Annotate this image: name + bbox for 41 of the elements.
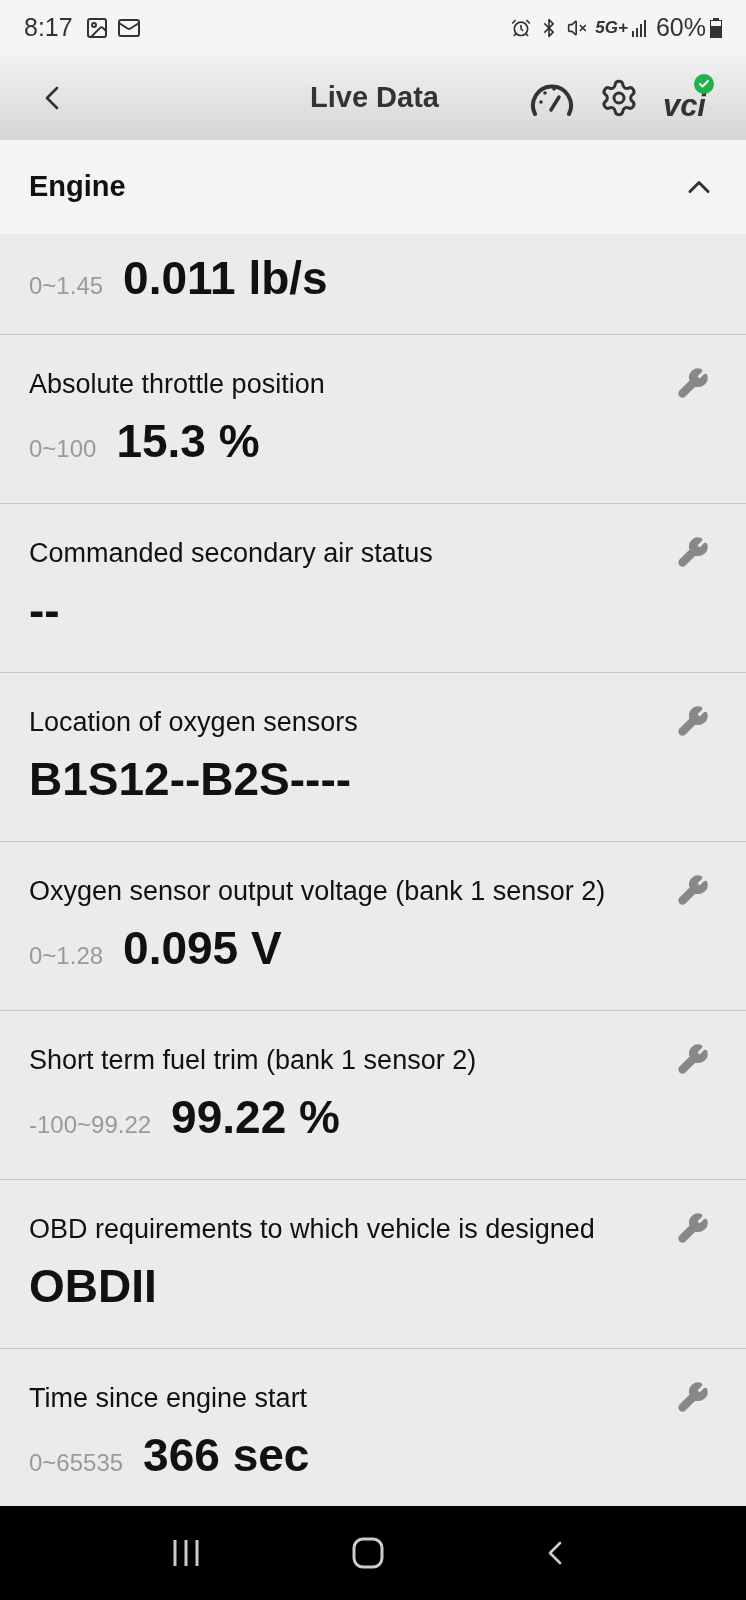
parameter-name: Absolute throttle position [29,368,326,401]
parameter-value: 15.3 % [116,414,260,469]
wrench-icon[interactable] [677,705,709,737]
parameter-name: OBD requirements to which vehicle is designed [29,1213,596,1246]
parameter-value: OBDII [29,1259,157,1314]
parameter-value: 99.22 % [171,1090,340,1145]
recent-apps-icon[interactable] [171,1538,202,1568]
section-header[interactable]: Engine [0,140,746,234]
parameter-value: -- [29,583,60,638]
wrench-icon[interactable] [677,1212,709,1244]
parameter-value: B1S12--B2S---- [29,752,352,807]
wrench-icon[interactable] [677,1381,709,1413]
battery-icon [710,17,722,38]
parameter-name: Time since engine start [29,1382,309,1415]
value-range: 0~1.28 [29,941,104,971]
parameter-name: Location of oxygen sensors [29,706,359,739]
alarm-icon [511,17,532,38]
section-title: Engine [29,169,127,205]
signal-icon [631,18,648,37]
parameter-value: 366 sec [143,1428,310,1483]
gallery-icon [84,15,109,40]
wrench-icon[interactable] [677,367,709,399]
wrench-icon[interactable] [677,874,709,906]
parameter-value: 0.011 lb/s [123,251,328,306]
parameter-value: 0.095 V [123,921,282,976]
mute-icon [567,17,588,38]
parameter-name: Short term fuel trim (bank 1 sensor 2) [29,1044,478,1077]
parameter-name: Oxygen sensor output voltage (bank 1 sensor 2) [29,875,607,908]
vci-button[interactable]: vci [662,74,714,121]
parameter-name: Commanded secondary air status [29,537,434,570]
page-title: Live Data [310,79,439,115]
network-type: 5G+ [595,16,628,39]
home-icon[interactable] [352,1537,384,1569]
battery-percent: 60% [655,11,706,43]
value-range: 0~1.45 [29,271,104,301]
value-range: 0~100 [29,434,97,464]
value-range: 0~65535 [29,1448,124,1478]
wrench-icon[interactable] [677,536,709,568]
value-range: -100~99.22 [29,1110,152,1140]
status-time: 8:17 [24,11,73,43]
wrench-icon[interactable] [677,1043,709,1075]
